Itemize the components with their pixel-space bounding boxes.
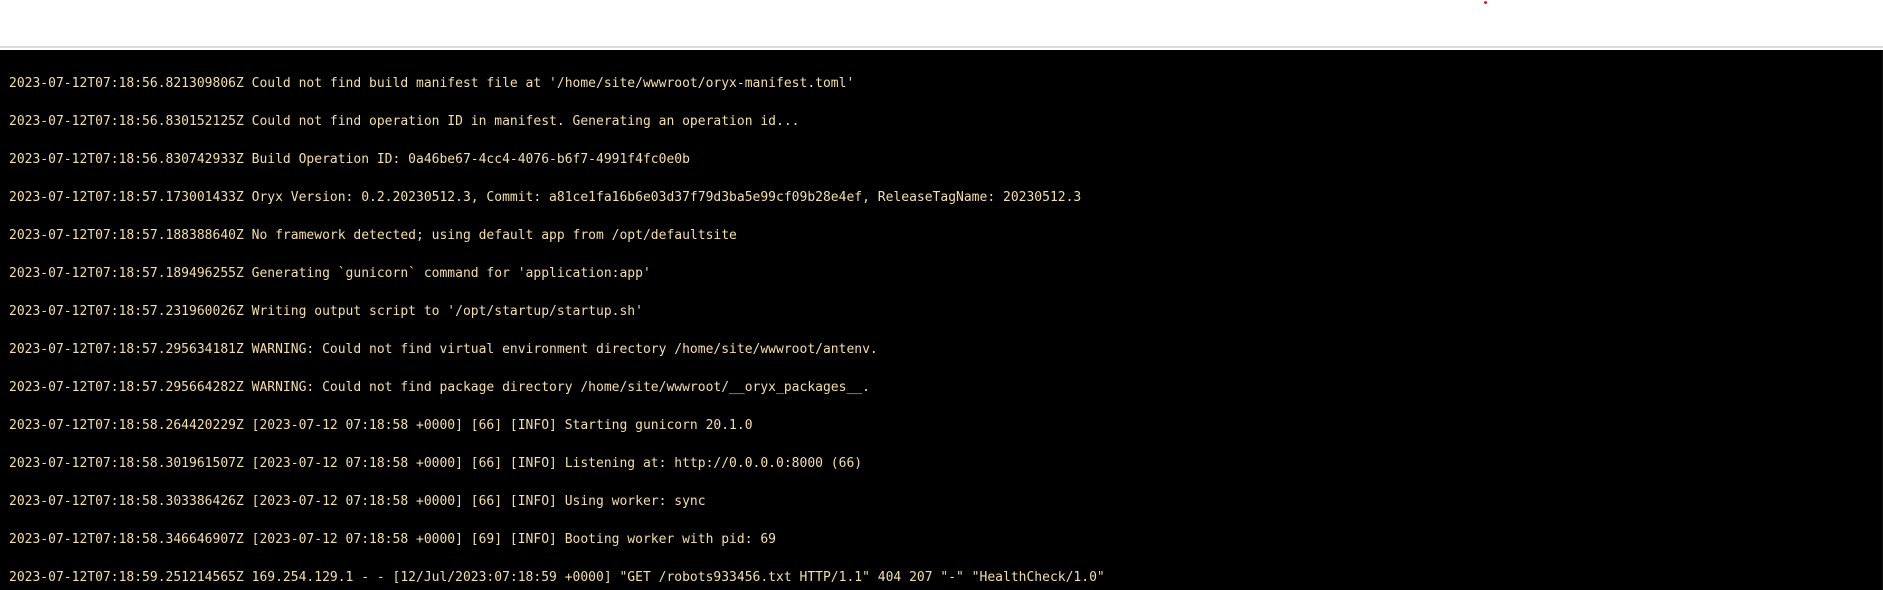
log-line: 2023-07-12T07:18:57.295634181Z WARNING: … bbox=[9, 342, 878, 357]
log-lines-list: 2023-07-12T07:18:56.821309806Z Could not… bbox=[9, 76, 1105, 590]
log-line: 2023-07-12T07:18:57.173001433Z Oryx Vers… bbox=[9, 190, 1082, 205]
log-line: 2023-07-12T07:18:58.264420229Z [2023-07-… bbox=[9, 418, 753, 433]
log-line: 2023-07-12T07:18:56.821309806Z Could not… bbox=[9, 76, 855, 91]
log-line: 2023-07-12T07:18:57.231960026Z Writing o… bbox=[9, 304, 643, 319]
log-line: 2023-07-12T07:18:58.301961507Z [2023-07-… bbox=[9, 456, 863, 471]
log-line: 2023-07-12T07:18:59.251214565Z 169.254.1… bbox=[9, 570, 1105, 585]
log-line: 2023-07-12T07:18:58.303386426Z [2023-07-… bbox=[9, 494, 706, 509]
log-line: 2023-07-12T07:18:57.188388640Z No framew… bbox=[9, 228, 737, 243]
log-line: 2023-07-12T07:18:56.830742933Z Build Ope… bbox=[9, 152, 690, 167]
log-line: 2023-07-12T07:18:57.189496255Z Generatin… bbox=[9, 266, 651, 281]
log-line: 2023-07-12T07:18:57.295664282Z WARNING: … bbox=[9, 380, 870, 395]
log-line: 2023-07-12T07:18:58.346646907Z [2023-07-… bbox=[9, 532, 777, 547]
status-dot-icon bbox=[1484, 1, 1487, 4]
top-toolbar bbox=[0, 0, 1883, 48]
log-stream-pane[interactable]: 2023-07-12T07:18:56.821309806Z Could not… bbox=[0, 50, 1883, 590]
log-line: 2023-07-12T07:18:56.830152125Z Could not… bbox=[9, 114, 800, 129]
